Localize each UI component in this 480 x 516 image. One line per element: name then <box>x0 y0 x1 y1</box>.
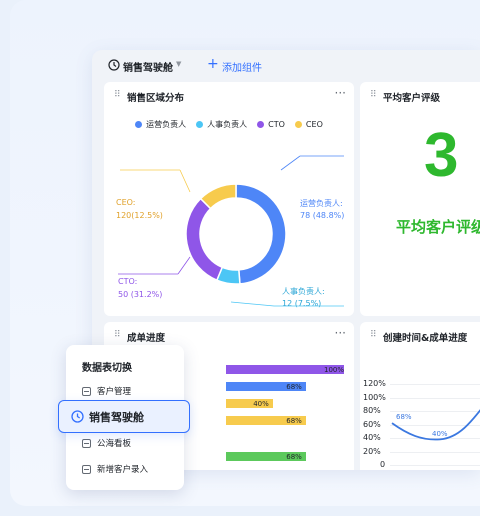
slice-value: 12 (7.5%) <box>282 299 322 308</box>
slice-value: 50 (31.2%) <box>118 290 163 299</box>
popup-item-label: 公海看板 <box>97 439 132 449</box>
bar-value-label: 100% <box>324 366 345 374</box>
popup-title: 数据表切换 <box>82 363 132 374</box>
bar-value-label: 68% <box>286 383 302 391</box>
slice-label: 人事负责人: <box>282 287 325 296</box>
drag-handle-icon[interactable]: ⠿ <box>370 90 377 100</box>
dashboard-icon <box>71 410 84 423</box>
popup-item-label: 新增客户录入 <box>97 465 149 475</box>
popup-item-customer-management[interactable]: 客户管理 <box>82 385 131 397</box>
line-series <box>391 409 480 441</box>
form-icon <box>82 464 91 474</box>
rating-value: 3 <box>424 121 459 190</box>
popup-item-public-board[interactable]: 公海看板 <box>82 437 131 449</box>
dashboard-title[interactable]: 销售驾驶舱 <box>123 59 173 74</box>
popup-item-sales-cockpit[interactable]: 销售驾驶舱 <box>58 400 190 433</box>
donut-slice[interactable] <box>199 183 237 210</box>
slice-label: 运营负责人: <box>300 199 343 208</box>
point-label: 68% <box>396 413 412 422</box>
table-icon <box>82 386 91 396</box>
bar-value-label: 68% <box>286 417 302 425</box>
dashboard-toolbar: 销售驾驶舱 ▼ + 添加组件 <box>92 50 480 80</box>
donut-slice[interactable] <box>235 183 287 285</box>
bar-value-label: 68% <box>286 453 302 461</box>
donut-slice[interactable] <box>185 197 224 282</box>
rating-label: 平均客户评级 <box>396 218 480 236</box>
dashboard-icon <box>108 59 120 71</box>
average-rating-card: ⠿ 平均客户评级 3 平均客户评级 <box>360 82 480 316</box>
card-title: 平均客户评级 <box>383 93 441 104</box>
popup-item-new-customer-entry[interactable]: 新增客户录入 <box>82 463 148 475</box>
chevron-down-icon[interactable]: ▼ <box>176 60 181 68</box>
popup-item-label: 客户管理 <box>97 387 132 397</box>
popup-item-label: 销售驾驶舱 <box>89 411 144 424</box>
board-icon <box>82 438 91 448</box>
region-distribution-card: ⠿ 销售区域分布 ··· 运营负责人 人事负责人 CTO CEO 运营负责人: … <box>104 82 354 316</box>
add-component-button[interactable]: 添加组件 <box>222 59 262 74</box>
slice-value: 78 (48.8%) <box>300 211 345 220</box>
created-time-progress-card: ⠿ 创建时间&成单进度 120%100%80%60%40%20%068%40%2… <box>360 322 480 470</box>
line-chart: 120%100%80%60%40%20%068%40%2023/1/12023/… <box>360 322 480 470</box>
point-label: 40% <box>432 430 448 438</box>
card-header: ⠿ 平均客户评级 <box>360 82 480 108</box>
slice-label: CTO: <box>118 277 138 286</box>
plus-icon[interactable]: + <box>207 56 219 72</box>
slice-label: CEO: <box>116 198 136 207</box>
slice-value: 120(12.5%) <box>116 211 163 220</box>
bar-value-label: 40% <box>253 400 269 408</box>
